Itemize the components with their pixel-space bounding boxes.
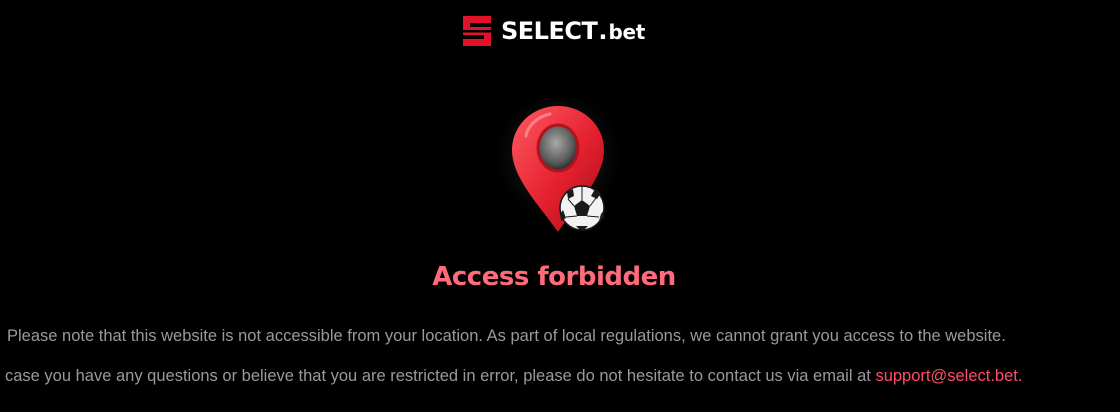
brand-wordmark: SELECT . bet: [501, 17, 645, 45]
support-email-link[interactable]: support@select.bet.: [875, 367, 1022, 385]
page-title: Access forbidden: [432, 262, 676, 292]
message-line-2: case you have any questions or believe t…: [5, 367, 1120, 386]
brand-logo[interactable]: SELECT . bet: [459, 13, 645, 49]
message-line-2-text: case you have any questions or believe t…: [5, 367, 871, 385]
soccer-ball-icon: [559, 185, 605, 231]
message-line-1: Please note that this website is not acc…: [7, 327, 1006, 345]
brand-name: SELECT: [501, 17, 598, 45]
logo-mark-icon: [463, 16, 491, 46]
location-ball-illustration: [488, 86, 628, 232]
brand-dot: .: [598, 17, 608, 45]
brand-suffix: bet: [608, 20, 646, 44]
